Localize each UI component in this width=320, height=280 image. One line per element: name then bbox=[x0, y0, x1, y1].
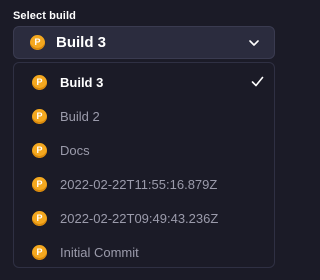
option-initial-commit[interactable]: P Initial Commit bbox=[14, 235, 274, 269]
build-options-menu: P Build 3 P Build 2 P Docs P 2022-02-22T… bbox=[13, 62, 275, 268]
select-build-label: Select build bbox=[13, 10, 76, 22]
option-docs[interactable]: P Docs bbox=[14, 133, 274, 167]
option-label: 2022-02-22T11:55:16.879Z bbox=[60, 176, 218, 192]
p-coin-icon: P bbox=[30, 35, 45, 50]
option-build-3[interactable]: P Build 3 bbox=[14, 65, 274, 99]
option-label: Build 2 bbox=[60, 108, 100, 124]
p-coin-icon: P bbox=[32, 74, 47, 90]
p-coin-icon: P bbox=[32, 108, 47, 124]
option-build-2[interactable]: P Build 2 bbox=[14, 99, 274, 133]
build-select[interactable]: P Build 3 bbox=[13, 26, 275, 59]
selected-build-value: Build 3 bbox=[56, 34, 107, 51]
checkmark-icon bbox=[251, 76, 264, 87]
option-label: 2022-02-22T09:49:43.236Z bbox=[60, 210, 219, 226]
chevron-down-icon[interactable] bbox=[248, 37, 260, 49]
build-selector: Select build P Build 3 P Build 3 P Build… bbox=[0, 0, 289, 280]
option-build-2022-02-22t11[interactable]: P 2022-02-22T11:55:16.879Z bbox=[14, 167, 274, 201]
p-coin-icon: P bbox=[32, 176, 47, 192]
p-coin-icon: P bbox=[32, 244, 47, 260]
option-label: Docs bbox=[60, 142, 90, 158]
option-build-2022-02-22t09[interactable]: P 2022-02-22T09:49:43.236Z bbox=[14, 201, 274, 235]
option-label: Build 3 bbox=[60, 74, 104, 90]
option-label: Initial Commit bbox=[60, 244, 139, 260]
p-coin-icon: P bbox=[32, 142, 47, 158]
p-coin-icon: P bbox=[32, 210, 47, 226]
